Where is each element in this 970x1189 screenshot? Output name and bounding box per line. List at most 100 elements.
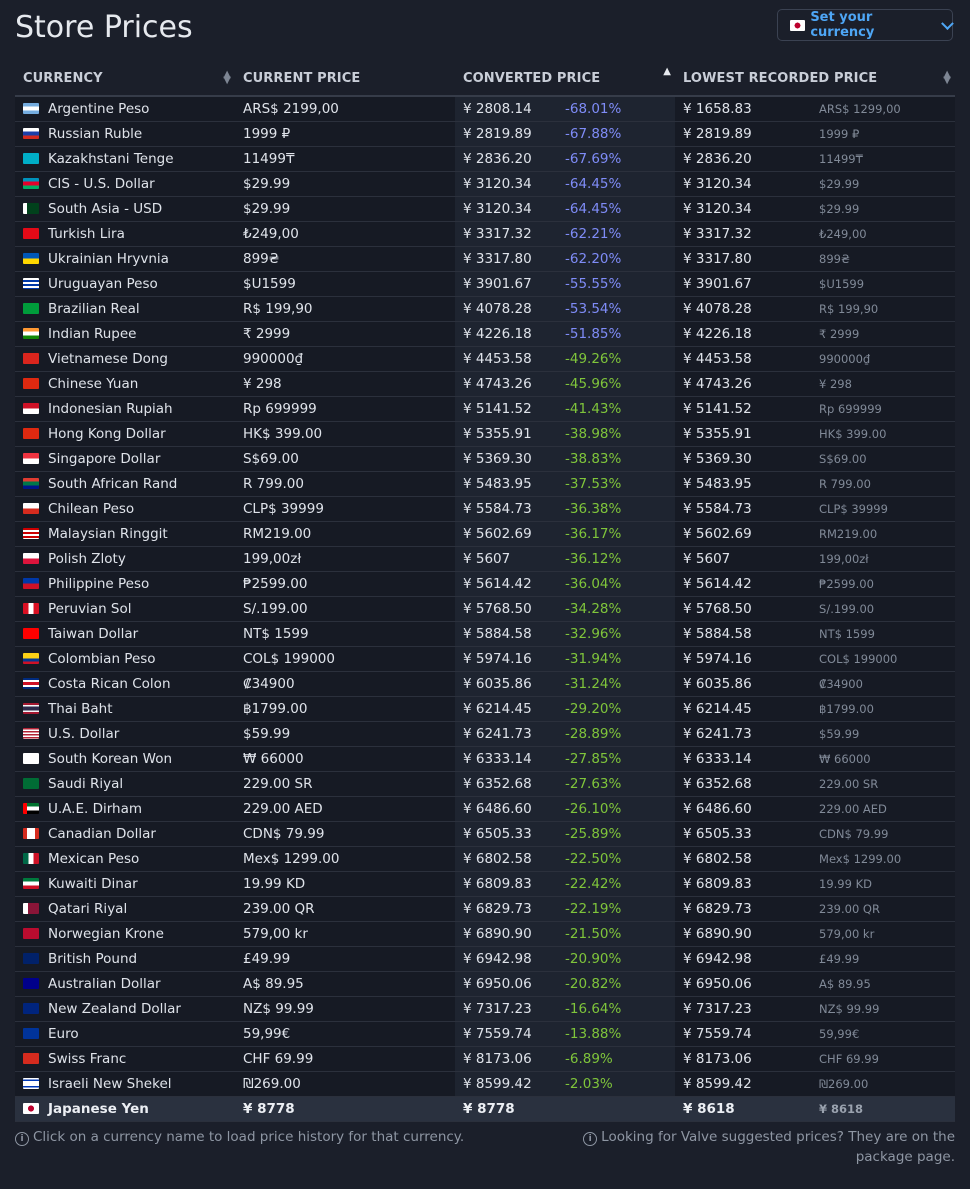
currency-name-cell[interactable]: British Pound <box>15 946 235 972</box>
currency-name-cell[interactable]: Swiss Franc <box>15 1046 235 1072</box>
currency-name[interactable]: Turkish Lira <box>48 226 125 242</box>
currency-name-cell[interactable]: Uruguayan Peso <box>15 271 235 297</box>
percent-difference-cell: -38.98% <box>565 421 676 447</box>
currency-name[interactable]: Thai Baht <box>48 701 113 717</box>
currency-name[interactable]: Euro <box>48 1026 79 1042</box>
currency-name[interactable]: Colombian Peso <box>48 651 156 667</box>
currency-name[interactable]: Peruvian Sol <box>48 601 132 617</box>
currency-name-cell[interactable]: Chilean Peso <box>15 496 235 522</box>
currency-name-cell[interactable]: Saudi Riyal <box>15 771 235 797</box>
lowest-price-cell: ¥ 6035.86 <box>675 671 816 697</box>
column-header-lowest-recorded-price[interactable]: LOWEST RECORDED PRICE ▲ ▼ <box>675 62 956 97</box>
currency-name[interactable]: Malaysian Ringgit <box>48 526 168 542</box>
currency-name-cell[interactable]: Russian Ruble <box>15 121 235 147</box>
currency-name-cell[interactable]: Indian Rupee <box>15 321 235 347</box>
currency-name-cell[interactable]: Israeli New Shekel <box>15 1071 235 1097</box>
currency-name[interactable]: Qatari Riyal <box>48 901 127 917</box>
currency-name-cell[interactable]: Chinese Yuan <box>15 371 235 397</box>
currency-name[interactable]: Saudi Riyal <box>48 776 123 792</box>
converted-price-cell: ¥ 6942.98 <box>455 946 565 972</box>
currency-name[interactable]: Canadian Dollar <box>48 826 156 842</box>
currency-name[interactable]: Japanese Yen <box>48 1101 149 1117</box>
currency-name[interactable]: Ukrainian Hryvnia <box>48 251 169 267</box>
currency-name[interactable]: Polish Zloty <box>48 551 126 567</box>
currency-name[interactable]: Australian Dollar <box>48 976 161 992</box>
currency-name[interactable]: South Korean Won <box>48 751 172 767</box>
percent-difference-cell: -51.85% <box>565 321 676 347</box>
currency-name[interactable]: Philippine Peso <box>48 576 149 592</box>
currency-name-cell[interactable]: Qatari Riyal <box>15 896 235 922</box>
currency-name-cell[interactable]: Canadian Dollar <box>15 821 235 847</box>
currency-name-cell[interactable]: Costa Rican Colon <box>15 671 235 697</box>
currency-name[interactable]: Costa Rican Colon <box>48 676 171 692</box>
currency-name-cell[interactable]: Japanese Yen <box>15 1096 235 1122</box>
currency-name[interactable]: Brazilian Real <box>48 301 140 317</box>
currency-name[interactable]: Vietnamese Dong <box>48 351 168 367</box>
currency-name[interactable]: Taiwan Dollar <box>48 626 138 642</box>
currency-name[interactable]: Indian Rupee <box>48 326 137 342</box>
currency-name[interactable]: Norwegian Krone <box>48 926 164 942</box>
currency-name-cell[interactable]: Argentine Peso <box>15 96 235 122</box>
column-header-converted-price[interactable]: CONVERTED PRICE ▲ <box>455 62 676 97</box>
currency-name[interactable]: Israeli New Shekel <box>48 1076 172 1092</box>
currency-name[interactable]: Singapore Dollar <box>48 451 160 467</box>
lowest-local-price-cell: 11499₸ <box>815 146 956 172</box>
currency-name[interactable]: CIS - U.S. Dollar <box>48 176 155 192</box>
currency-name-cell[interactable]: Euro <box>15 1021 235 1047</box>
currency-name-cell[interactable]: Taiwan Dollar <box>15 621 235 647</box>
currency-name-cell[interactable]: New Zealand Dollar <box>15 996 235 1022</box>
currency-name-cell[interactable]: Hong Kong Dollar <box>15 421 235 447</box>
currency-name-cell[interactable]: Philippine Peso <box>15 571 235 597</box>
currency-name[interactable]: Russian Ruble <box>48 126 142 142</box>
currency-name[interactable]: U.S. Dollar <box>48 726 119 742</box>
currency-name-cell[interactable]: U.S. Dollar <box>15 721 235 747</box>
currency-name[interactable]: Kazakhstani Tenge <box>48 151 174 167</box>
currency-name-cell[interactable]: Thai Baht <box>15 696 235 722</box>
currency-name-cell[interactable]: South African Rand <box>15 471 235 497</box>
flag-za-icon <box>23 478 39 489</box>
currency-name-cell[interactable]: Vietnamese Dong <box>15 346 235 372</box>
currency-name[interactable]: Uruguayan Peso <box>48 276 158 292</box>
currency-name[interactable]: South Asia - USD <box>48 201 162 217</box>
currency-name[interactable]: South African Rand <box>48 476 177 492</box>
currency-name[interactable]: Argentine Peso <box>48 101 149 117</box>
set-currency-button[interactable]: Set your currency <box>777 9 954 41</box>
currency-name-cell[interactable]: Kazakhstani Tenge <box>15 146 235 172</box>
currency-name[interactable]: Kuwaiti Dinar <box>48 876 138 892</box>
currency-name-cell[interactable]: Malaysian Ringgit <box>15 521 235 547</box>
currency-name[interactable]: Hong Kong Dollar <box>48 426 166 442</box>
currency-name-cell[interactable]: Polish Zloty <box>15 546 235 572</box>
currency-name-cell[interactable]: South Asia - USD <box>15 196 235 222</box>
column-header-current-price[interactable]: CURRENT PRICE <box>235 62 455 97</box>
currency-name[interactable]: New Zealand Dollar <box>48 1001 181 1017</box>
currency-name-cell[interactable]: Colombian Peso <box>15 646 235 672</box>
currency-name[interactable]: Mexican Peso <box>48 851 139 867</box>
currency-name-cell[interactable]: Turkish Lira <box>15 221 235 247</box>
current-price-cell: 199,00zł <box>235 546 455 572</box>
currency-name-cell[interactable]: Kuwaiti Dinar <box>15 871 235 897</box>
currency-name-cell[interactable]: CIS - U.S. Dollar <box>15 171 235 197</box>
current-price-cell: RM219.00 <box>235 521 455 547</box>
currency-name[interactable]: U.A.E. Dirham <box>48 801 142 817</box>
currency-name[interactable]: Chilean Peso <box>48 501 134 517</box>
currency-name-cell[interactable]: Brazilian Real <box>15 296 235 322</box>
column-header-currency[interactable]: CURRENCY ▲ ▼ <box>15 62 235 97</box>
currency-name-cell[interactable]: Mexican Peso <box>15 846 235 872</box>
currency-name[interactable]: Chinese Yuan <box>48 376 138 392</box>
currency-name[interactable]: Indonesian Rupiah <box>48 401 173 417</box>
currency-name-cell[interactable]: U.A.E. Dirham <box>15 796 235 822</box>
currency-name-cell[interactable]: Australian Dollar <box>15 971 235 997</box>
currency-name-cell[interactable]: Norwegian Krone <box>15 921 235 947</box>
currency-name[interactable]: Swiss Franc <box>48 1051 126 1067</box>
lowest-price-cell: ¥ 6486.60 <box>675 796 816 822</box>
currency-name-cell[interactable]: South Korean Won <box>15 746 235 772</box>
flag-tw-icon <box>23 628 39 639</box>
flag-nz-icon <box>23 1003 39 1014</box>
currency-name-cell[interactable]: Singapore Dollar <box>15 446 235 472</box>
currency-name-cell[interactable]: Peruvian Sol <box>15 596 235 622</box>
flag-qa-icon <box>23 903 39 914</box>
currency-name[interactable]: British Pound <box>48 951 137 967</box>
current-price-cell: CLP$ 39999 <box>235 496 455 522</box>
currency-name-cell[interactable]: Indonesian Rupiah <box>15 396 235 422</box>
currency-name-cell[interactable]: Ukrainian Hryvnia <box>15 246 235 272</box>
